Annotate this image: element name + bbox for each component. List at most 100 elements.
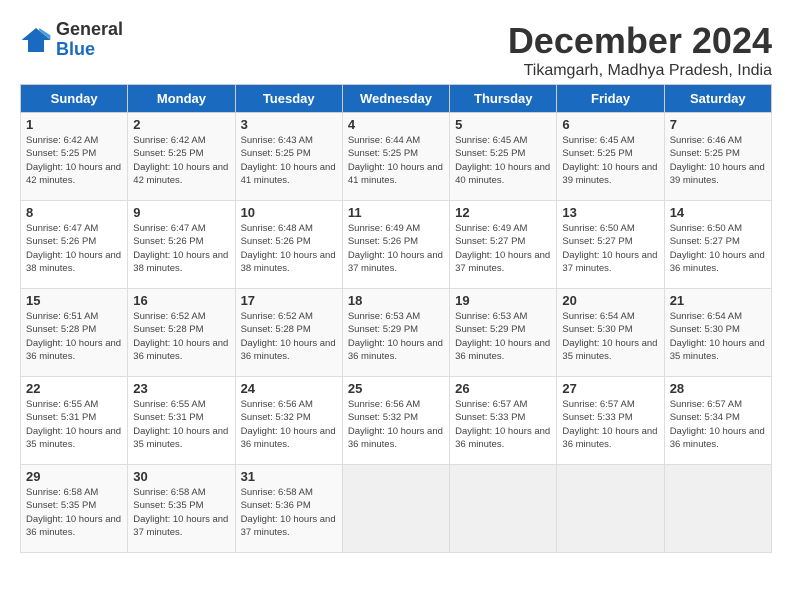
day-info: Sunrise: 6:51 AMSunset: 5:28 PMDaylight:… bbox=[26, 310, 122, 363]
col-wednesday: Wednesday bbox=[342, 85, 449, 113]
calendar-cell: 12 Sunrise: 6:49 AMSunset: 5:27 PMDaylig… bbox=[450, 201, 557, 289]
calendar-table: Sunday Monday Tuesday Wednesday Thursday… bbox=[20, 84, 772, 553]
day-number: 10 bbox=[241, 205, 337, 220]
calendar-cell: 8 Sunrise: 6:47 AMSunset: 5:26 PMDayligh… bbox=[21, 201, 128, 289]
calendar-cell: 22 Sunrise: 6:55 AMSunset: 5:31 PMDaylig… bbox=[21, 377, 128, 465]
calendar-cell: 10 Sunrise: 6:48 AMSunset: 5:26 PMDaylig… bbox=[235, 201, 342, 289]
day-info: Sunrise: 6:52 AMSunset: 5:28 PMDaylight:… bbox=[133, 310, 229, 363]
day-info: Sunrise: 6:58 AMSunset: 5:36 PMDaylight:… bbox=[241, 486, 337, 539]
day-number: 27 bbox=[562, 381, 658, 396]
day-number: 28 bbox=[670, 381, 766, 396]
day-info: Sunrise: 6:44 AMSunset: 5:25 PMDaylight:… bbox=[348, 134, 444, 187]
day-number: 17 bbox=[241, 293, 337, 308]
day-info: Sunrise: 6:48 AMSunset: 5:26 PMDaylight:… bbox=[241, 222, 337, 275]
day-info: Sunrise: 6:45 AMSunset: 5:25 PMDaylight:… bbox=[562, 134, 658, 187]
logo: General Blue bbox=[20, 20, 123, 60]
day-number: 2 bbox=[133, 117, 229, 132]
day-info: Sunrise: 6:43 AMSunset: 5:25 PMDaylight:… bbox=[241, 134, 337, 187]
day-number: 29 bbox=[26, 469, 122, 484]
logo-icon bbox=[20, 24, 52, 56]
calendar-cell: 28 Sunrise: 6:57 AMSunset: 5:34 PMDaylig… bbox=[664, 377, 771, 465]
day-info: Sunrise: 6:49 AMSunset: 5:26 PMDaylight:… bbox=[348, 222, 444, 275]
day-number: 16 bbox=[133, 293, 229, 308]
col-sunday: Sunday bbox=[21, 85, 128, 113]
day-info: Sunrise: 6:53 AMSunset: 5:29 PMDaylight:… bbox=[348, 310, 444, 363]
calendar-cell: 26 Sunrise: 6:57 AMSunset: 5:33 PMDaylig… bbox=[450, 377, 557, 465]
day-info: Sunrise: 6:54 AMSunset: 5:30 PMDaylight:… bbox=[562, 310, 658, 363]
calendar-row: 15 Sunrise: 6:51 AMSunset: 5:28 PMDaylig… bbox=[21, 289, 772, 377]
calendar-row: 1 Sunrise: 6:42 AMSunset: 5:25 PMDayligh… bbox=[21, 113, 772, 201]
day-number: 20 bbox=[562, 293, 658, 308]
day-number: 30 bbox=[133, 469, 229, 484]
day-number: 9 bbox=[133, 205, 229, 220]
day-info: Sunrise: 6:58 AMSunset: 5:35 PMDaylight:… bbox=[26, 486, 122, 539]
calendar-cell: 5 Sunrise: 6:45 AMSunset: 5:25 PMDayligh… bbox=[450, 113, 557, 201]
calendar-cell: 13 Sunrise: 6:50 AMSunset: 5:27 PMDaylig… bbox=[557, 201, 664, 289]
day-info: Sunrise: 6:42 AMSunset: 5:25 PMDaylight:… bbox=[26, 134, 122, 187]
calendar-cell: 21 Sunrise: 6:54 AMSunset: 5:30 PMDaylig… bbox=[664, 289, 771, 377]
col-tuesday: Tuesday bbox=[235, 85, 342, 113]
calendar-cell: 16 Sunrise: 6:52 AMSunset: 5:28 PMDaylig… bbox=[128, 289, 235, 377]
title-block: December 2024 Tikamgarh, Madhya Pradesh,… bbox=[508, 20, 772, 80]
calendar-row: 8 Sunrise: 6:47 AMSunset: 5:26 PMDayligh… bbox=[21, 201, 772, 289]
calendar-cell: 24 Sunrise: 6:56 AMSunset: 5:32 PMDaylig… bbox=[235, 377, 342, 465]
day-number: 22 bbox=[26, 381, 122, 396]
calendar-row: 22 Sunrise: 6:55 AMSunset: 5:31 PMDaylig… bbox=[21, 377, 772, 465]
day-number: 11 bbox=[348, 205, 444, 220]
day-info: Sunrise: 6:53 AMSunset: 5:29 PMDaylight:… bbox=[455, 310, 551, 363]
day-info: Sunrise: 6:49 AMSunset: 5:27 PMDaylight:… bbox=[455, 222, 551, 275]
calendar-cell: 25 Sunrise: 6:56 AMSunset: 5:32 PMDaylig… bbox=[342, 377, 449, 465]
calendar-cell: 30 Sunrise: 6:58 AMSunset: 5:35 PMDaylig… bbox=[128, 465, 235, 553]
day-number: 19 bbox=[455, 293, 551, 308]
day-number: 4 bbox=[348, 117, 444, 132]
col-thursday: Thursday bbox=[450, 85, 557, 113]
day-number: 6 bbox=[562, 117, 658, 132]
calendar-cell: 20 Sunrise: 6:54 AMSunset: 5:30 PMDaylig… bbox=[557, 289, 664, 377]
day-number: 31 bbox=[241, 469, 337, 484]
day-number: 3 bbox=[241, 117, 337, 132]
day-info: Sunrise: 6:57 AMSunset: 5:34 PMDaylight:… bbox=[670, 398, 766, 451]
logo-text: General Blue bbox=[56, 20, 123, 60]
day-number: 21 bbox=[670, 293, 766, 308]
calendar-cell: 15 Sunrise: 6:51 AMSunset: 5:28 PMDaylig… bbox=[21, 289, 128, 377]
calendar-cell: 29 Sunrise: 6:58 AMSunset: 5:35 PMDaylig… bbox=[21, 465, 128, 553]
day-info: Sunrise: 6:47 AMSunset: 5:26 PMDaylight:… bbox=[26, 222, 122, 275]
day-info: Sunrise: 6:50 AMSunset: 5:27 PMDaylight:… bbox=[562, 222, 658, 275]
calendar-cell: 19 Sunrise: 6:53 AMSunset: 5:29 PMDaylig… bbox=[450, 289, 557, 377]
col-friday: Friday bbox=[557, 85, 664, 113]
calendar-cell: 6 Sunrise: 6:45 AMSunset: 5:25 PMDayligh… bbox=[557, 113, 664, 201]
calendar-cell: 2 Sunrise: 6:42 AMSunset: 5:25 PMDayligh… bbox=[128, 113, 235, 201]
day-number: 24 bbox=[241, 381, 337, 396]
day-number: 7 bbox=[670, 117, 766, 132]
day-number: 26 bbox=[455, 381, 551, 396]
calendar-cell: 18 Sunrise: 6:53 AMSunset: 5:29 PMDaylig… bbox=[342, 289, 449, 377]
calendar-cell bbox=[557, 465, 664, 553]
day-number: 18 bbox=[348, 293, 444, 308]
day-info: Sunrise: 6:42 AMSunset: 5:25 PMDaylight:… bbox=[133, 134, 229, 187]
page-container: General Blue December 2024 Tikamgarh, Ma… bbox=[20, 20, 772, 553]
day-info: Sunrise: 6:55 AMSunset: 5:31 PMDaylight:… bbox=[133, 398, 229, 451]
day-info: Sunrise: 6:46 AMSunset: 5:25 PMDaylight:… bbox=[670, 134, 766, 187]
day-number: 25 bbox=[348, 381, 444, 396]
calendar-row: 29 Sunrise: 6:58 AMSunset: 5:35 PMDaylig… bbox=[21, 465, 772, 553]
calendar-cell bbox=[664, 465, 771, 553]
header: General Blue December 2024 Tikamgarh, Ma… bbox=[20, 20, 772, 80]
calendar-cell: 23 Sunrise: 6:55 AMSunset: 5:31 PMDaylig… bbox=[128, 377, 235, 465]
calendar-title: December 2024 bbox=[508, 20, 772, 62]
day-info: Sunrise: 6:57 AMSunset: 5:33 PMDaylight:… bbox=[455, 398, 551, 451]
calendar-cell: 3 Sunrise: 6:43 AMSunset: 5:25 PMDayligh… bbox=[235, 113, 342, 201]
calendar-cell: 9 Sunrise: 6:47 AMSunset: 5:26 PMDayligh… bbox=[128, 201, 235, 289]
day-number: 15 bbox=[26, 293, 122, 308]
day-number: 12 bbox=[455, 205, 551, 220]
day-info: Sunrise: 6:56 AMSunset: 5:32 PMDaylight:… bbox=[348, 398, 444, 451]
header-row: Sunday Monday Tuesday Wednesday Thursday… bbox=[21, 85, 772, 113]
day-info: Sunrise: 6:52 AMSunset: 5:28 PMDaylight:… bbox=[241, 310, 337, 363]
day-info: Sunrise: 6:55 AMSunset: 5:31 PMDaylight:… bbox=[26, 398, 122, 451]
day-number: 1 bbox=[26, 117, 122, 132]
day-info: Sunrise: 6:54 AMSunset: 5:30 PMDaylight:… bbox=[670, 310, 766, 363]
day-info: Sunrise: 6:47 AMSunset: 5:26 PMDaylight:… bbox=[133, 222, 229, 275]
calendar-cell: 14 Sunrise: 6:50 AMSunset: 5:27 PMDaylig… bbox=[664, 201, 771, 289]
calendar-cell bbox=[450, 465, 557, 553]
day-info: Sunrise: 6:50 AMSunset: 5:27 PMDaylight:… bbox=[670, 222, 766, 275]
day-number: 13 bbox=[562, 205, 658, 220]
